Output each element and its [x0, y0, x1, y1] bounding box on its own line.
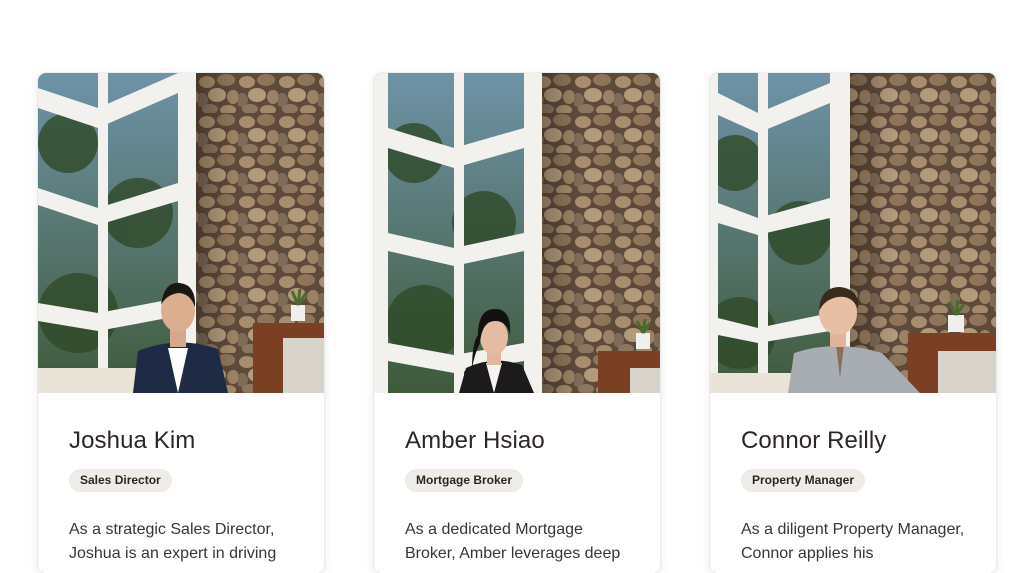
member-bio: As a strategic Sales Director, Joshua is…	[69, 521, 277, 562]
team-cards: Joshua Kim Sales Director As a strategic…	[38, 73, 996, 573]
member-photo	[374, 73, 660, 393]
member-name: Amber Hsiao	[405, 427, 545, 454]
member-role-badge: Property Manager	[741, 469, 866, 492]
member-bio: As a dedicated Mortgage Broker, Amber le…	[405, 521, 621, 562]
member-role-badge: Sales Director	[69, 469, 172, 492]
member-name: Connor Reilly	[741, 427, 887, 454]
member-role-badge: Mortgage Broker	[405, 469, 524, 492]
team-card-joshua-kim[interactable]: Joshua Kim Sales Director As a strategic…	[38, 73, 324, 573]
member-name: Joshua Kim	[69, 427, 196, 454]
member-photo	[38, 73, 324, 393]
team-card-amber-hsiao[interactable]: Amber Hsiao Mortgage Broker As a dedicat…	[374, 73, 660, 573]
member-photo	[710, 73, 996, 393]
member-bio: As a diligent Property Manager, Connor a…	[741, 521, 965, 562]
team-card-connor-reilly[interactable]: Connor Reilly Property Manager As a dili…	[710, 73, 996, 573]
